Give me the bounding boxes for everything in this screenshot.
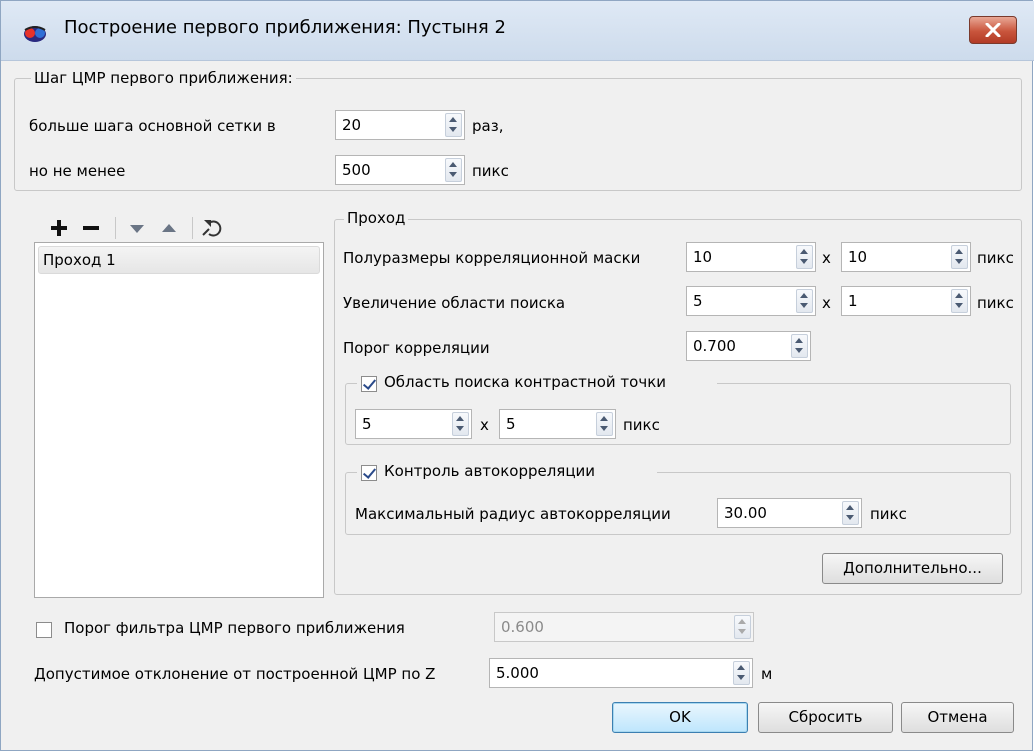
contrast-unit: пикс: [623, 416, 660, 434]
move-down-icon[interactable]: [124, 215, 150, 241]
spin-arrows-icon[interactable]: [733, 661, 750, 685]
contrast-x-value: 5: [362, 415, 372, 433]
dialog-window: Построение первого приближения: Пустыня …: [0, 0, 1034, 751]
threshold-value: 0.700: [693, 337, 736, 355]
not-less-spinbox[interactable]: 500: [335, 155, 465, 185]
list-item[interactable]: Проход 1: [38, 246, 320, 274]
toolbar-separator: [192, 217, 193, 239]
times-label: x: [480, 416, 489, 434]
title-bar[interactable]: Построение первого приближения: Пустыня …: [1, 1, 1034, 61]
search-unit: пикс: [977, 294, 1014, 312]
mask-x-value: 10: [693, 248, 713, 266]
search-x-value: 5: [693, 292, 703, 310]
mask-label: Полуразмеры корреляционной маски: [343, 249, 641, 267]
more-than-spinbox[interactable]: 20: [335, 110, 465, 140]
autocorr-checkbox[interactable]: [361, 465, 377, 481]
filter-spinbox[interactable]: 0.600: [494, 612, 754, 642]
not-less-unit: пикс: [472, 162, 509, 180]
contrast-checkbox[interactable]: [361, 376, 377, 392]
filter-value: 0.600: [501, 618, 544, 636]
search-y-spinbox[interactable]: 1: [841, 286, 971, 316]
search-label: Увеличение области поиска: [343, 294, 566, 312]
contrast-title: Область поиска контрастной точки: [384, 373, 666, 391]
spin-arrows-icon[interactable]: [796, 245, 813, 269]
dem-step-group-title: Шаг ЦМР первого приближения:: [31, 69, 296, 87]
not-less-value: 500: [342, 161, 371, 179]
threshold-label: Порог корреляции: [343, 339, 490, 357]
ok-button[interactable]: OK: [612, 702, 748, 733]
window-title: Построение первого приближения: Пустыня …: [64, 17, 506, 38]
pass-list[interactable]: Проход 1: [34, 242, 324, 598]
mask-y-value: 10: [848, 248, 868, 266]
deviation-spinbox[interactable]: 5.000: [489, 658, 753, 688]
more-than-unit: раз,: [472, 117, 504, 135]
mask-x-spinbox[interactable]: 10: [686, 242, 816, 272]
spin-arrows-icon[interactable]: [796, 289, 813, 313]
times-label: x: [822, 249, 831, 267]
spin-arrows-icon[interactable]: [452, 412, 469, 436]
mask-unit: пикс: [977, 249, 1014, 267]
add-icon[interactable]: [46, 215, 72, 241]
spin-arrows-icon[interactable]: [445, 113, 462, 137]
more-than-value: 20: [342, 116, 362, 134]
search-y-value: 1: [848, 292, 858, 310]
radius-unit: пикс: [870, 505, 907, 523]
dialog-content: Шаг ЦМР первого приближения: больше шага…: [9, 61, 1025, 745]
pass-group-title: Проход: [344, 209, 409, 227]
reset-button[interactable]: Сбросить: [758, 702, 893, 733]
deviation-value: 5.000: [496, 664, 539, 682]
search-x-spinbox[interactable]: 5: [686, 286, 816, 316]
spin-arrows-icon[interactable]: [951, 245, 968, 269]
spin-arrows-icon[interactable]: [951, 289, 968, 313]
deviation-label: Допустимое отклонение от построенной ЦМР…: [34, 665, 436, 683]
spin-arrows-icon[interactable]: [842, 501, 859, 525]
contrast-y-value: 5: [506, 415, 516, 433]
spin-arrows-icon[interactable]: [445, 158, 462, 182]
close-icon: [985, 23, 1001, 37]
app-icon: [24, 26, 46, 42]
mask-y-spinbox[interactable]: 10: [841, 242, 971, 272]
radius-value: 30.00: [724, 504, 767, 522]
toolbar-separator: [115, 217, 116, 239]
deviation-unit: м: [761, 665, 773, 683]
cancel-button[interactable]: Отмена: [901, 702, 1014, 733]
filter-label: Порог фильтра ЦМР первого приближения: [64, 619, 405, 637]
spin-arrows-icon[interactable]: [596, 412, 613, 436]
spin-arrows-icon[interactable]: [791, 334, 808, 358]
more-than-label: больше шага основной сетки в: [29, 117, 276, 135]
reset-icon[interactable]: [200, 215, 226, 241]
filter-checkbox[interactable]: [36, 622, 52, 638]
list-item-label: Проход 1: [43, 251, 116, 269]
close-button[interactable]: [969, 16, 1017, 44]
move-up-icon[interactable]: [156, 215, 182, 241]
spin-arrows-icon[interactable]: [734, 615, 751, 639]
radius-spinbox[interactable]: 30.00: [717, 498, 862, 528]
not-less-label: но не менее: [29, 162, 126, 180]
contrast-y-spinbox[interactable]: 5: [499, 409, 616, 439]
contrast-x-spinbox[interactable]: 5: [355, 409, 472, 439]
remove-icon[interactable]: [78, 215, 104, 241]
autocorr-title: Контроль автокорреляции: [384, 462, 596, 480]
times-label: x: [822, 294, 831, 312]
radius-label: Максимальный радиус автокорреляции: [355, 505, 671, 523]
threshold-spinbox[interactable]: 0.700: [686, 331, 811, 361]
advanced-button[interactable]: Дополнительно...: [822, 553, 1003, 584]
